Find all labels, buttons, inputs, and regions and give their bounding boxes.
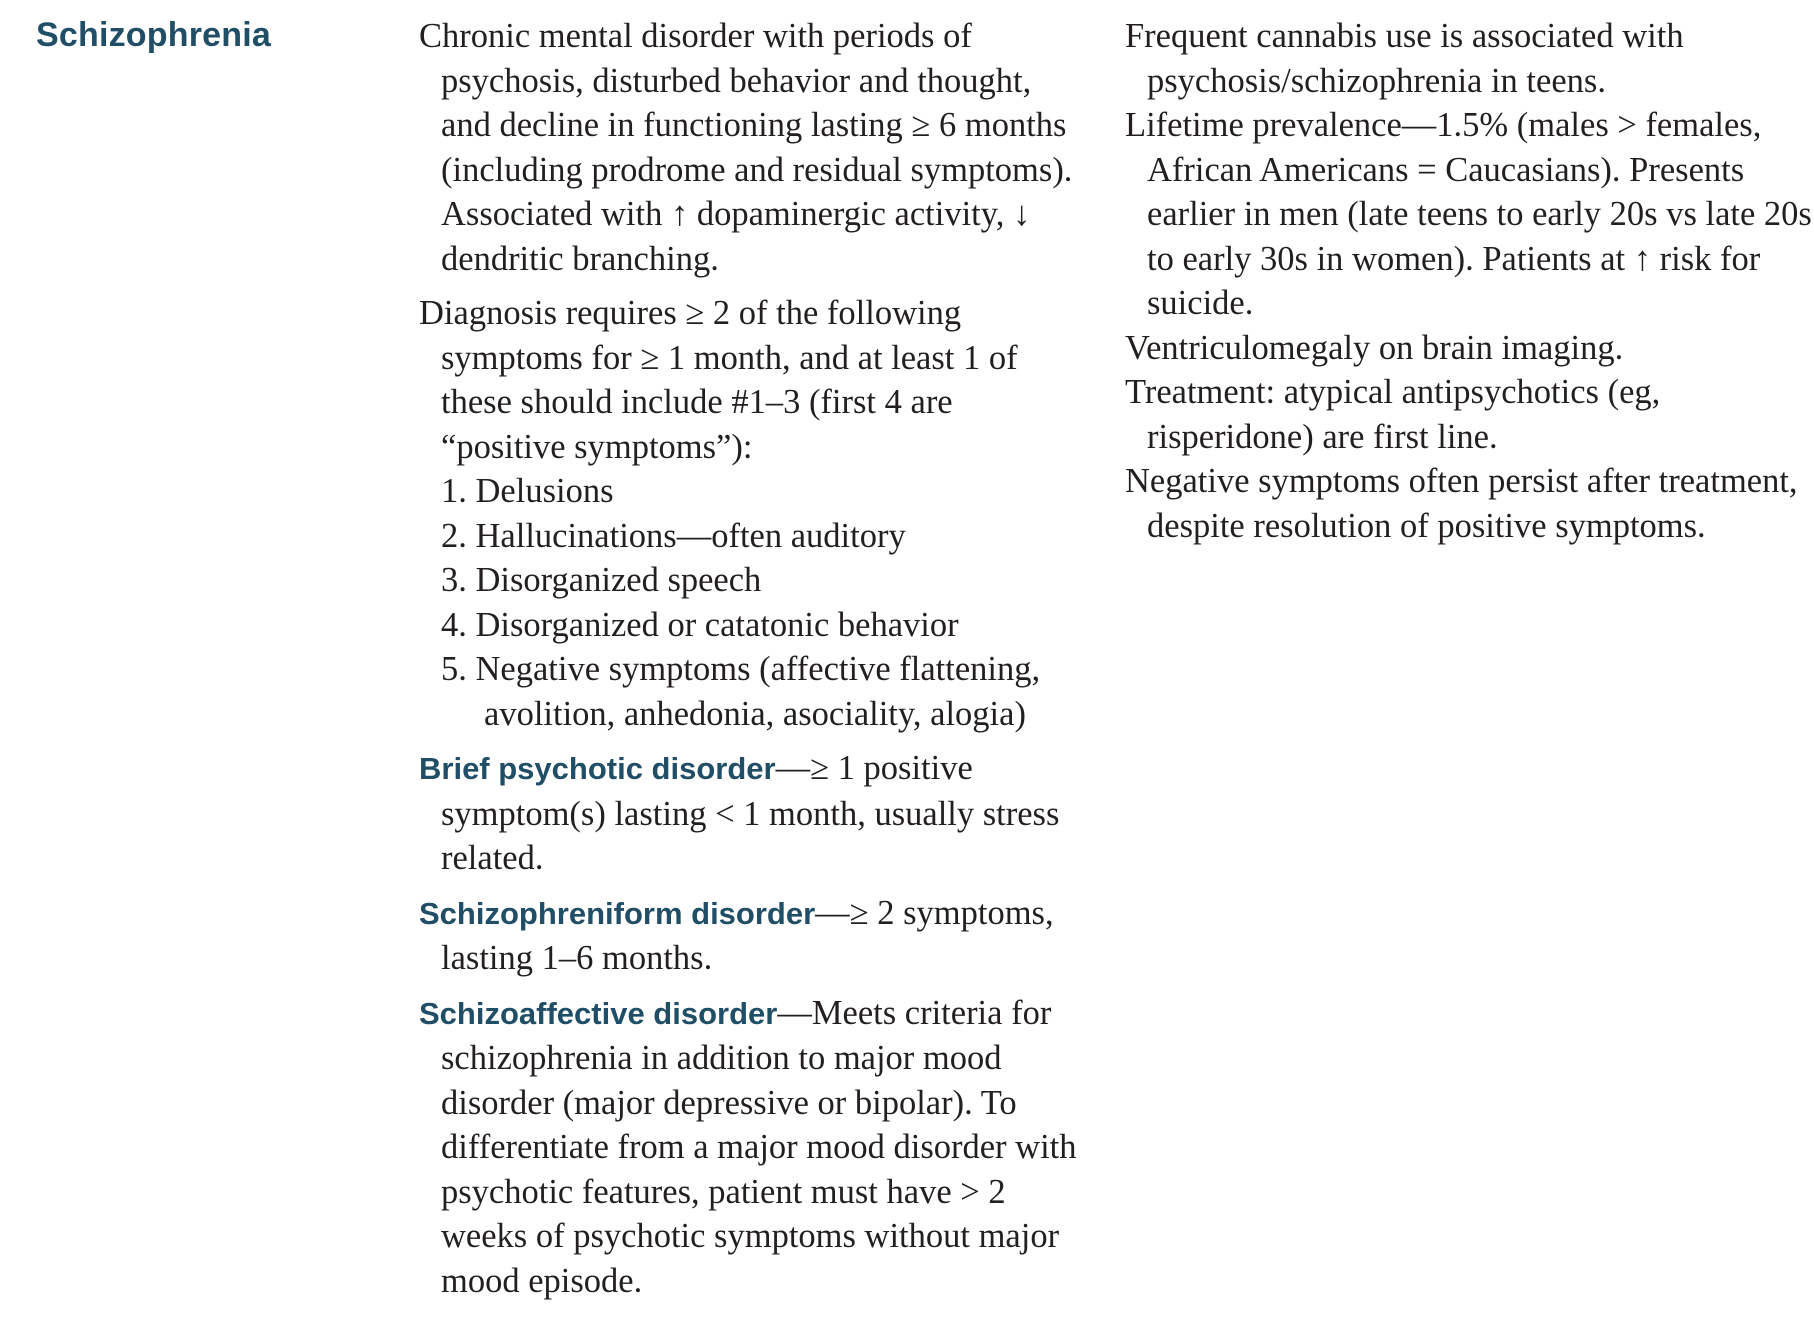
brief-psychotic-disorder-paragraph: Brief psychotic disorder—≥ 1 positive sy… [419, 746, 1085, 881]
description-column: Chronic mental disorder with periods of … [419, 14, 1085, 1303]
symptom-list: 1. Delusions 2. Hallucinations—often aud… [419, 469, 1085, 736]
imaging-note: Ventriculomegaly on brain imaging. [1125, 328, 1624, 367]
prevalence-note: Lifetime prevalence—1.5% (males > female… [1125, 106, 1812, 322]
schizoaffective-disorder-heading: Schizoaffective disorder [419, 995, 778, 1031]
schizoaffective-disorder-paragraph: Schizoaffective disorder—Meets criteria … [419, 991, 1085, 1304]
symptom-item: 4. Disorganized or catatonic behavior [441, 605, 959, 644]
term-heading: Schizophrenia [36, 16, 271, 54]
schizophreniform-disorder-paragraph: Schizophreniform disorder—≥ 2 symptoms, … [419, 891, 1085, 981]
diagnosis-criteria-paragraph: Diagnosis requires ≥ 2 of the following … [419, 294, 1018, 466]
symptom-item: 2. Hallucinations—often auditory [441, 516, 906, 555]
definition-paragraph: Chronic mental disorder with periods of … [419, 17, 1073, 278]
symptom-item: 5. Negative symptoms (affective flatteni… [441, 650, 1041, 733]
negative-symptoms-note: Negative symptoms often persist after tr… [1125, 462, 1798, 545]
treatment-note: Treatment: atypical antipsychotics (eg, … [1125, 373, 1661, 456]
notes-column: Frequent cannabis use is associated with… [1125, 14, 1814, 548]
schizophreniform-disorder-heading: Schizophreniform disorder [419, 895, 816, 931]
brief-psychotic-disorder-heading: Brief psychotic disorder [419, 751, 776, 786]
schizoaffective-disorder-text: —Meets criteria for schizophrenia in add… [441, 993, 1077, 1300]
symptom-item: 3. Disorganized speech [441, 561, 762, 599]
cannabis-note: Frequent cannabis use is associated with… [1125, 17, 1684, 100]
symptom-item: 1. Delusions [441, 472, 614, 510]
